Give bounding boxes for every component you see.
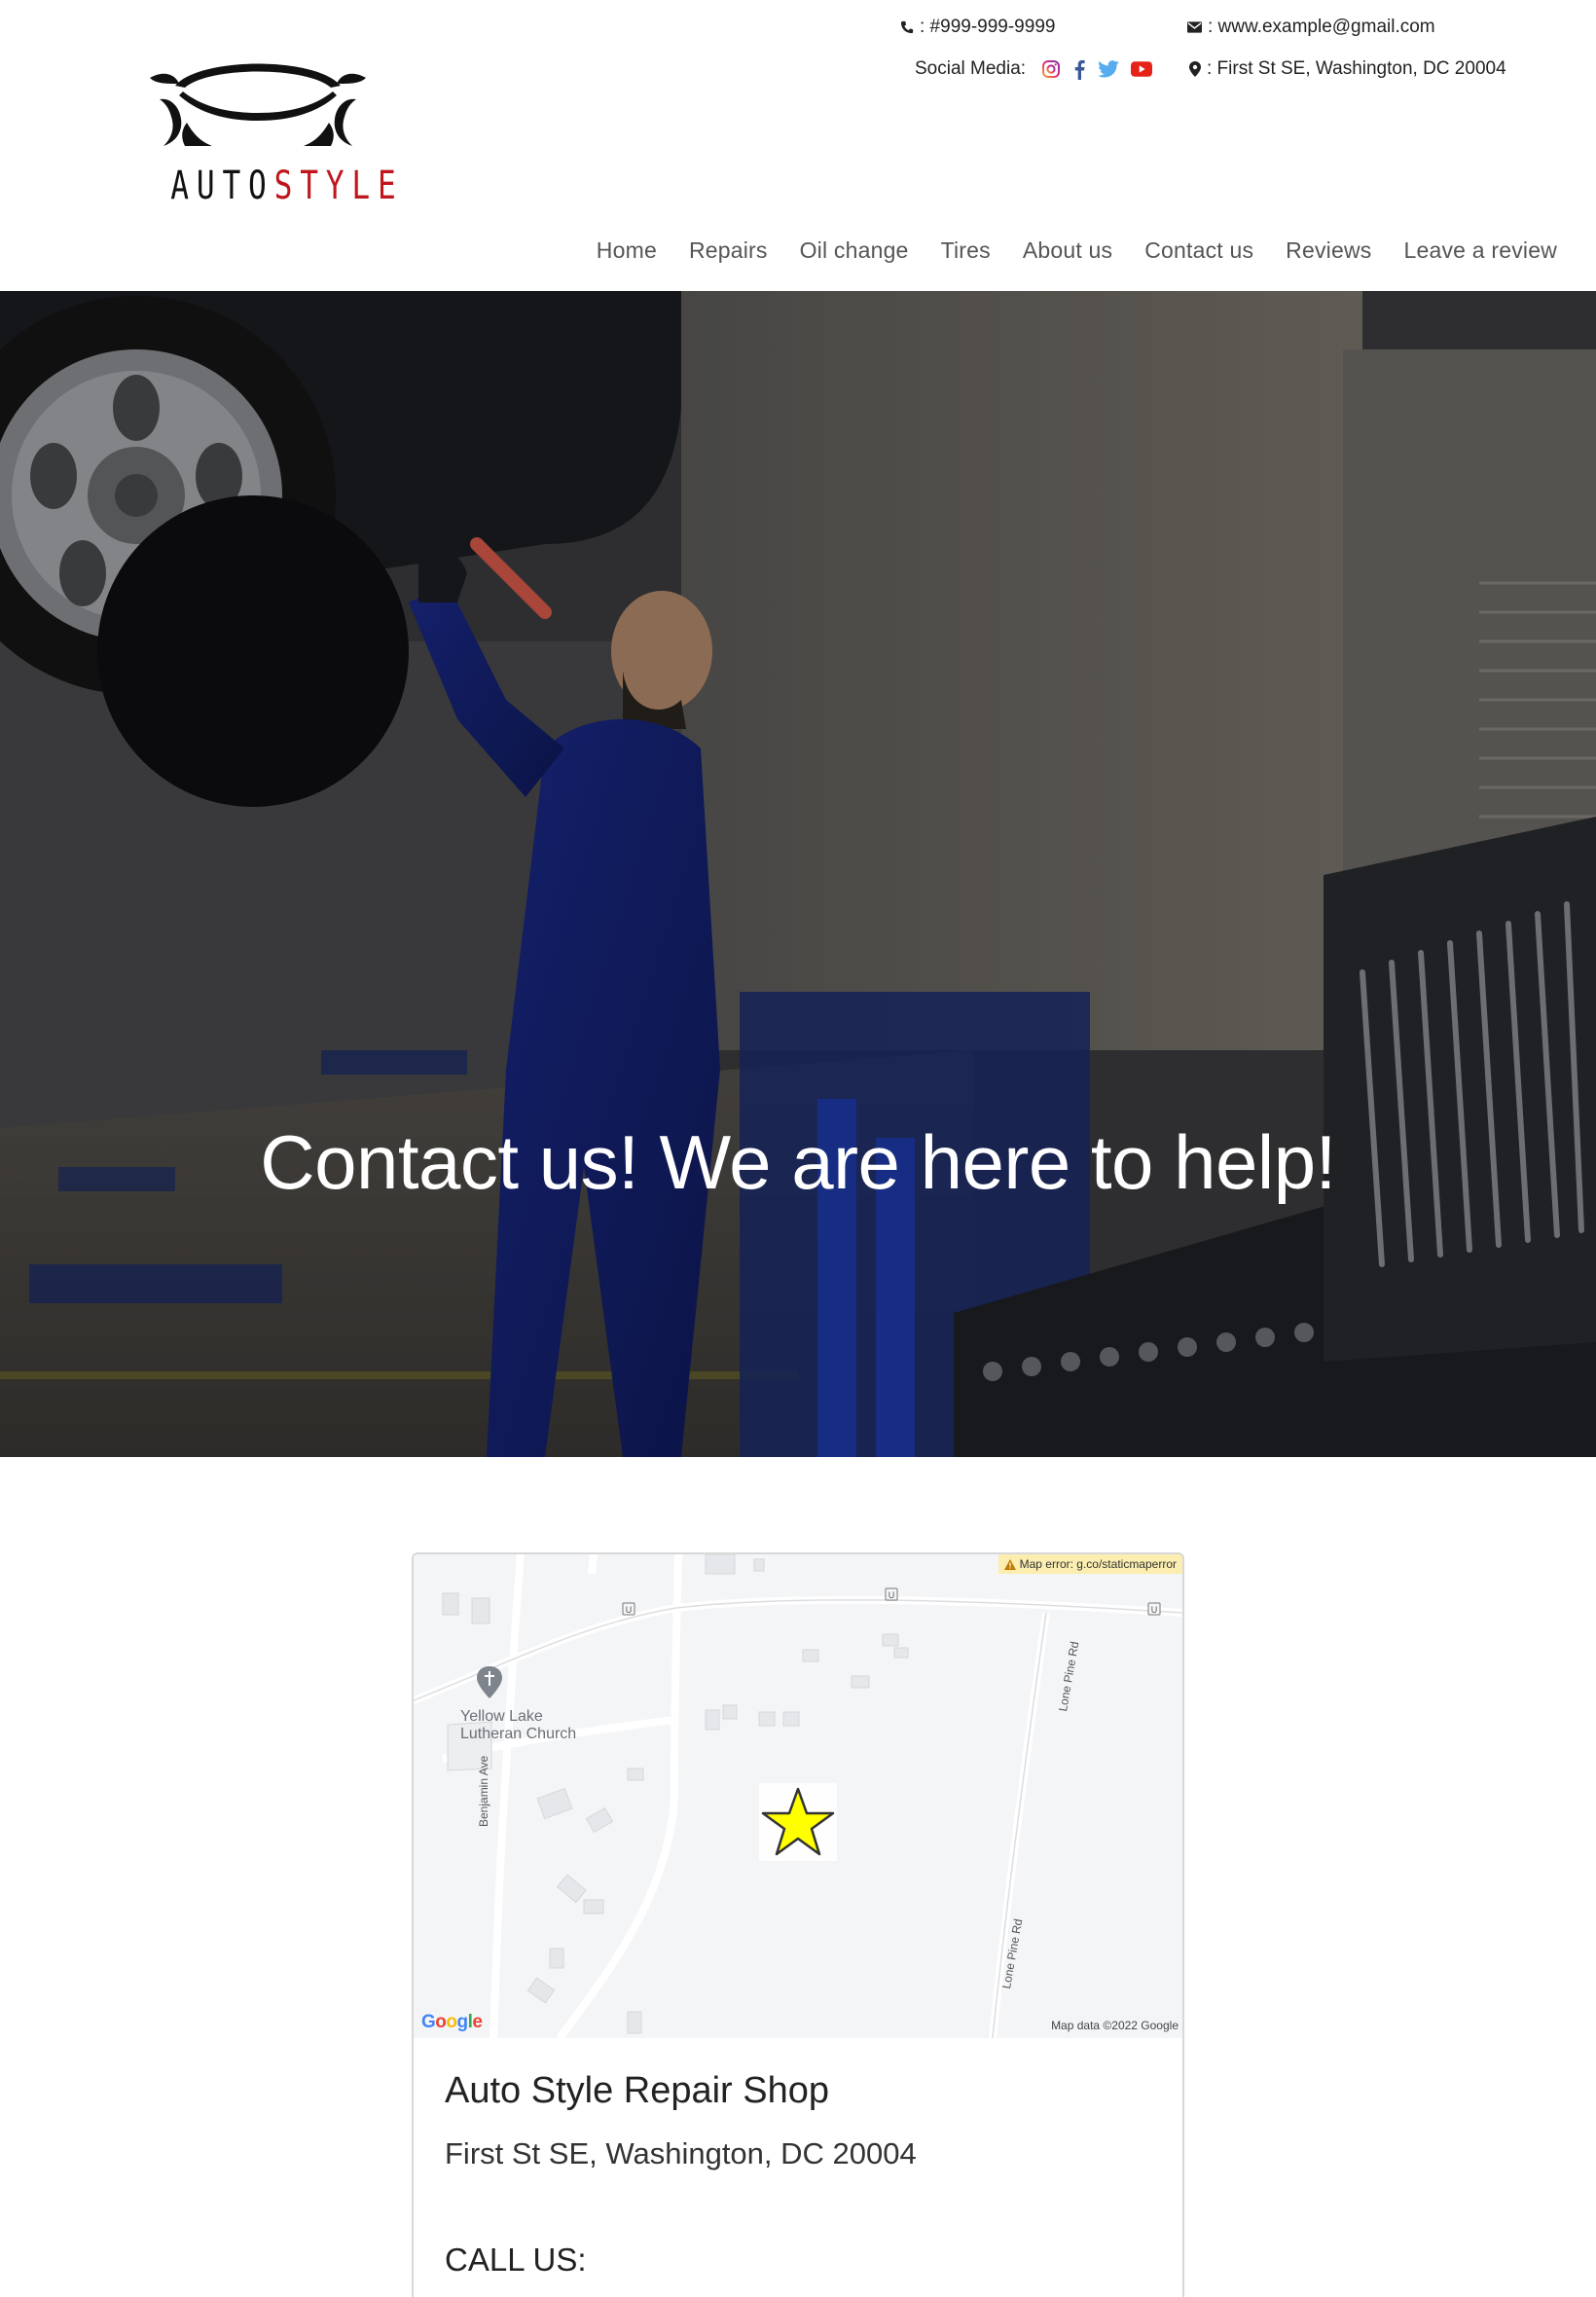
map-attribution: Map data ©2022 Google <box>1051 2019 1179 2032</box>
nav-home[interactable]: Home <box>597 237 657 264</box>
instagram-icon[interactable] <box>1041 59 1061 79</box>
nav-reviews[interactable]: Reviews <box>1286 237 1371 264</box>
social-media-label: Social Media: <box>915 58 1027 79</box>
address-info: : First St SE, Washington, DC 20004 <box>1189 58 1506 80</box>
map-place-label: Yellow Lake Lutheran Church <box>460 1708 577 1742</box>
nav-oil-change[interactable]: Oil change <box>800 237 909 264</box>
hero-title: Contact us! We are here to help! <box>260 1119 1336 1205</box>
youtube-icon[interactable] <box>1131 61 1153 77</box>
email-link[interactable]: : www.example@gmail.com <box>1208 17 1435 38</box>
nav-repairs[interactable]: Repairs <box>689 237 768 264</box>
map-error-text: Map error: g.co/staticmaperror <box>1019 1557 1177 1571</box>
shop-address: First St SE, Washington, DC 20004 <box>445 2136 917 2170</box>
phone-link[interactable]: : #999-999-9999 <box>920 17 1055 38</box>
nav-about-us[interactable]: About us <box>1023 237 1112 264</box>
svg-text:U: U <box>1151 1605 1158 1615</box>
svg-text:U: U <box>889 1590 895 1600</box>
nav-tires[interactable]: Tires <box>941 237 991 264</box>
logo-word-style: STYLE <box>273 164 404 208</box>
logo-word-auto: AUTO <box>170 164 274 208</box>
mechanic-garage-photo <box>0 291 1596 1457</box>
call-us-heading: CALL US: <box>445 2242 587 2278</box>
phone-icon <box>900 20 914 34</box>
envelope-icon <box>1187 21 1202 33</box>
contact-card: U U U Map error: g.co/staticmaperror Yello… <box>412 1552 1184 2297</box>
hero-banner: Contact us! We are here to help! <box>0 291 1596 1457</box>
location-star-marker-icon[interactable] <box>759 1783 837 1861</box>
car-silhouette-logo-icon <box>150 63 366 146</box>
google-map-logo: Google <box>421 2012 483 2032</box>
social-media-info: Social Media: <box>915 58 1153 80</box>
shop-name: Auto Style Repair Shop <box>445 2070 830 2111</box>
facebook-icon[interactable] <box>1072 58 1086 80</box>
autostyle-logo[interactable]: AUTOSTYLE <box>146 49 396 214</box>
map-pin-icon <box>1189 61 1201 77</box>
nav-contact-us[interactable]: Contact us <box>1144 237 1253 264</box>
warning-icon <box>1003 1558 1016 1570</box>
phone-info: : #999-999-9999 <box>900 17 1055 38</box>
map-error-notice: Map error: g.co/staticmaperror <box>998 1554 1182 1574</box>
nav-leave-review[interactable]: Leave a review <box>1404 237 1558 264</box>
logo-wordmark: AUTOSTYLE <box>170 164 395 208</box>
twitter-icon[interactable] <box>1098 60 1119 78</box>
location-map[interactable]: U U U Map error: g.co/staticmaperror Yello… <box>414 1554 1182 2038</box>
road-label-benjamin: Benjamin Ave <box>477 1755 490 1827</box>
svg-text:U: U <box>626 1605 633 1615</box>
main-nav: Home Repairs Oil change Tires About us C… <box>597 237 1557 264</box>
address-text: : First St SE, Washington, DC 20004 <box>1207 58 1506 79</box>
email-info: : www.example@gmail.com <box>1187 17 1435 38</box>
site-header: AUTOSTYLE : #999-999-9999 : www.example@… <box>0 0 1596 292</box>
